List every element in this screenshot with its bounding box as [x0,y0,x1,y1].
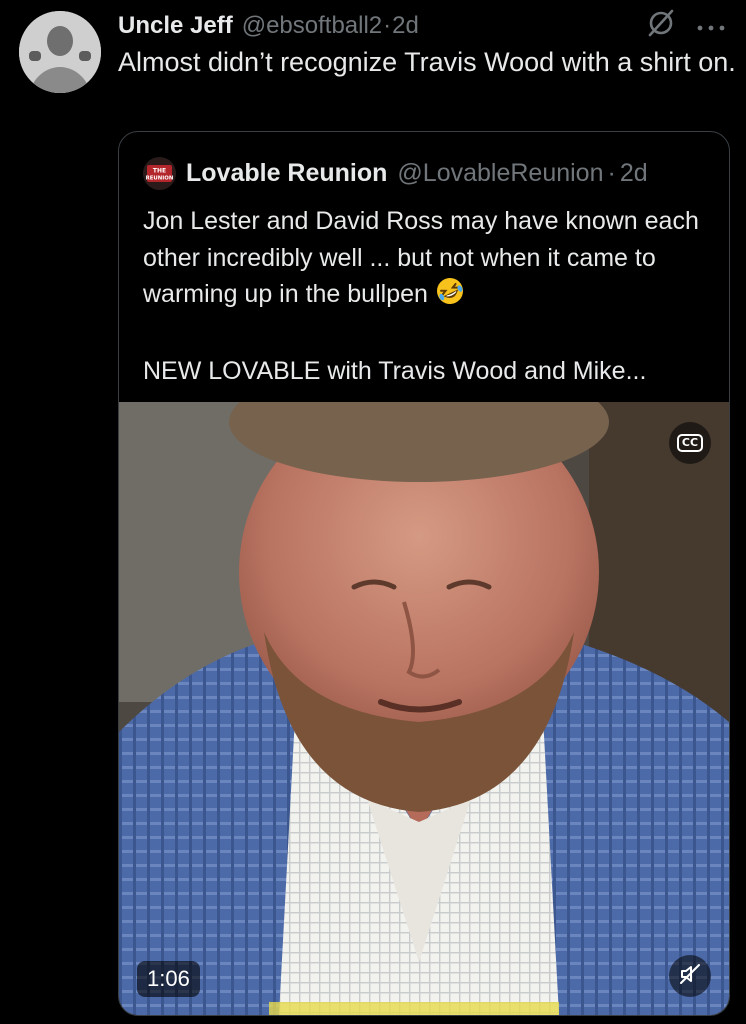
quoted-tweet-text: Jon Lester and David Ross may have known… [143,203,713,389]
video-player[interactable]: CC 1:06 [119,402,729,1015]
author-avatar[interactable] [19,11,101,93]
closed-captions-icon: CC [676,434,704,452]
tweet-header-actions [646,6,726,46]
author-name[interactable]: Uncle Jeff [118,12,233,40]
quoted-text-paragraph-1: Jon Lester and David Ross may have known… [143,207,699,308]
quoted-author-name[interactable]: Lovable Reunion [186,159,387,188]
muted-speaker-icon [678,962,702,991]
tweet-text: Almost didn’t recognize Travis Wood with… [118,47,736,77]
tweet-time[interactable]: 2d [392,12,419,40]
tweet-header: Uncle Jeff @ebsoftball2 · 2d [118,6,726,46]
quoted-author-handle[interactable]: @LovableReunion [397,159,603,188]
mute-toggle-button[interactable] [669,955,711,997]
quoted-time-separator: · [607,159,616,187]
video-duration: 1:06 [137,961,200,997]
closed-captions-button[interactable]: CC [669,422,711,464]
quoted-author-avatar[interactable]: THE REUNION [143,157,176,190]
time-separator: · [383,12,392,39]
svg-text:THE: THE [153,168,166,175]
quoted-tweet-card[interactable]: THE REUNION Lovable Reunion @LovableReun… [118,131,730,1016]
quoted-tweet-time[interactable]: 2d [620,159,648,188]
video-frame [119,402,729,1015]
grok-icon[interactable] [646,8,676,45]
quoted-tweet-header: THE REUNION Lovable Reunion @LovableReun… [143,157,709,190]
rolling-on-floor-laughing-emoji-icon [435,276,465,317]
quoted-text-paragraph-2: NEW LOVABLE with Travis Wood and Mike... [143,356,647,385]
author-handle[interactable]: @ebsoftball2 [242,12,382,40]
avatar-image [19,11,101,93]
more-icon[interactable] [696,12,726,40]
svg-text:REUNION: REUNION [146,176,174,182]
